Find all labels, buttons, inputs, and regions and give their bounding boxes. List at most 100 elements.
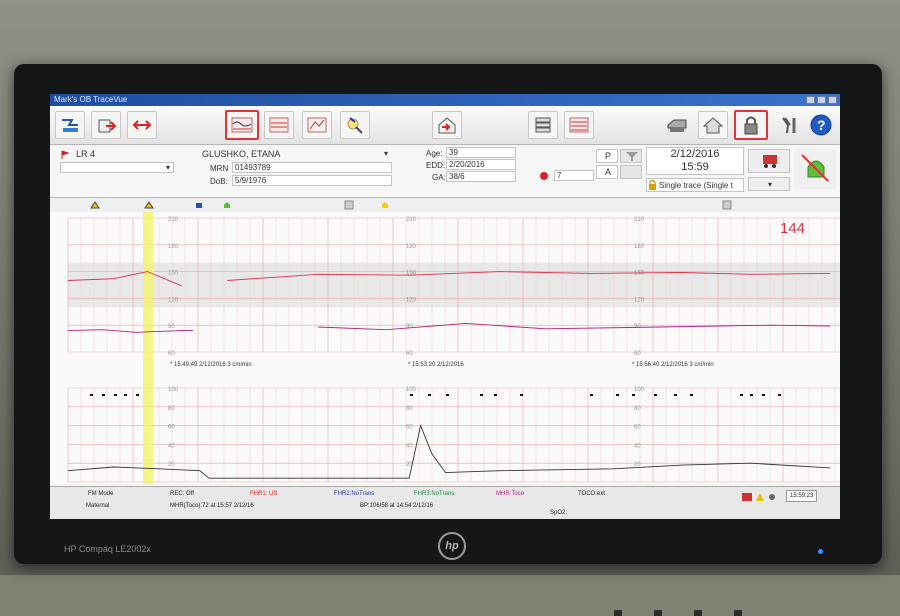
zoom-trace-button[interactable] (302, 111, 332, 139)
minimize-button[interactable] (806, 96, 815, 104)
stack-button[interactable] (528, 111, 558, 139)
toco-scale-label: 20 (168, 462, 175, 468)
event-bell-icon[interactable] (380, 200, 390, 210)
swap-button[interactable] (127, 111, 157, 139)
ga-label: GA: (432, 173, 446, 182)
multi-trace-icon (569, 117, 589, 133)
a-button[interactable]: A (596, 165, 618, 179)
svg-text:?: ? (817, 117, 826, 133)
patient-dropdown-arrow[interactable]: ▾ (384, 149, 388, 158)
power-led (818, 549, 823, 554)
toco-scale-label: 40 (406, 443, 413, 449)
status-bar: FM Mode REC: Off FHR1: US FHR2:NoTrans F… (50, 486, 840, 519)
fhr-scale-label: 150 (168, 271, 179, 277)
event-dot (616, 394, 619, 396)
filter-button[interactable] (620, 149, 642, 163)
event-box-icon[interactable] (722, 200, 732, 210)
lock-icon (744, 116, 758, 135)
event-dot (590, 394, 593, 396)
event-dot (690, 394, 693, 396)
time-highlight (143, 212, 153, 484)
print-button[interactable] (662, 111, 692, 139)
toco-scale-label: 80 (406, 406, 413, 412)
age-label: Age: (426, 149, 443, 158)
event-dot (654, 394, 657, 396)
event-dot (750, 394, 753, 396)
maternal-label: Maternal (86, 503, 110, 509)
home-button[interactable] (698, 111, 728, 139)
recorder-button[interactable] (748, 149, 790, 173)
alert-indicator-icon (540, 172, 548, 180)
multi-trace-button[interactable] (564, 111, 594, 139)
transfer-button[interactable] (91, 111, 121, 139)
event-dot (674, 394, 677, 396)
overview-button[interactable] (264, 111, 294, 139)
rec-status: REC: Off (170, 491, 194, 497)
fhr-scale-label: 210 (634, 217, 645, 223)
bed-flag-icon (61, 150, 70, 159)
trace-view-button[interactable] (225, 110, 259, 140)
p-button[interactable]: P (596, 149, 618, 163)
patient-list-button[interactable] (55, 111, 85, 139)
bp-reading: BP:106/58 at 14:54 2/12/16 (360, 503, 434, 509)
trace-marker-label: * 15:53:20 2/12/2016 (408, 362, 464, 368)
event-dot (762, 394, 765, 396)
event-dot (480, 394, 483, 396)
fhr-value: 144 (780, 220, 806, 237)
fetal-trace-chart: 210 210 210 180 180 180 150 150 150 120 120 120 90 90… (50, 212, 840, 484)
alarm-button[interactable] (794, 149, 836, 189)
mhr-trace (67, 322, 831, 333)
transfer-icon (98, 119, 116, 133)
maximize-button[interactable] (817, 96, 826, 104)
monitor-button[interactable] (654, 610, 662, 616)
mhr-toco-reading: MHR(Toco):72 at 15:57 2/12/16 (170, 503, 254, 509)
event-bell-icon[interactable] (222, 200, 232, 210)
edd-field: 2/20/2016 (446, 159, 516, 170)
recorder-icon (763, 155, 777, 168)
event-marker-icon[interactable] (194, 200, 204, 210)
fhr-scale-label: 90 (168, 324, 175, 330)
trace-mode-text: Single trace (Single t (659, 181, 733, 190)
monitor-button[interactable] (694, 610, 702, 616)
close-button[interactable] (828, 96, 837, 104)
event-flag-icon[interactable] (90, 200, 100, 210)
zoom-trace-icon (307, 117, 327, 133)
date-text: 2/12/2016 (670, 148, 720, 160)
fhr-scale-label: 150 (406, 271, 417, 277)
mhr-status: MHR:Toco (496, 491, 525, 497)
fhr-scale-label: 120 (406, 297, 417, 303)
home-icon (703, 117, 723, 134)
admit-button[interactable] (432, 111, 462, 139)
expand-down-button[interactable]: ▾ (748, 177, 790, 191)
trace-mode-field[interactable]: Single trace (Single t (646, 178, 744, 192)
padlock-icon (649, 180, 656, 190)
event-dot (632, 394, 635, 396)
fhr-scale-label: 90 (406, 324, 413, 330)
monitor-button[interactable] (614, 610, 622, 616)
normal-range-band (68, 262, 840, 308)
dob-label: DoB: (210, 177, 228, 186)
event-box-icon[interactable] (344, 200, 354, 210)
patient-select[interactable]: ▾ (60, 162, 174, 173)
event-dot (90, 394, 93, 396)
datetime-display: 2/12/2016 15:59 (646, 147, 744, 175)
toco-scale-label: 100 (406, 387, 417, 393)
toco-scale-label: 40 (168, 443, 175, 449)
event-dot (102, 394, 105, 396)
help-button[interactable]: ? (806, 111, 836, 139)
spo2-reading: SpO2: (550, 510, 568, 516)
tools-button[interactable] (774, 111, 804, 139)
fhr-scale-label: 180 (406, 244, 417, 250)
screen: Mark's OB TraceVue ? LR 4 GLUSHKO, ETANA… (50, 94, 840, 519)
a-extra-button[interactable] (620, 165, 642, 179)
alarm-bell-muted-icon (801, 154, 829, 182)
patient-info-bar: LR 4 GLUSHKO, ETANA ▾ ▾ MRN 01493789 DoB… (50, 145, 840, 198)
toco-scale-label: 100 (168, 387, 179, 393)
monitor-button[interactable] (734, 610, 742, 616)
patient-list-icon (62, 119, 78, 132)
event-flag-icon[interactable] (144, 200, 154, 210)
filter-icon (626, 152, 638, 161)
search-button[interactable] (340, 111, 370, 139)
toco-scale-label: 60 (634, 425, 641, 431)
lock-button[interactable] (734, 110, 768, 140)
